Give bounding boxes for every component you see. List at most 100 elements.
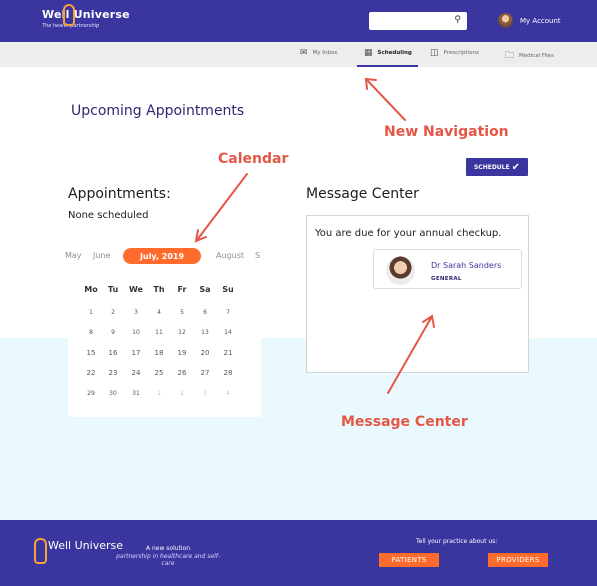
doctor-name[interactable]: Dr Sarah Sanders bbox=[431, 261, 501, 270]
account-menu[interactable]: My Account bbox=[498, 13, 561, 28]
calendar-day[interactable]: 2 bbox=[171, 390, 193, 397]
weekday-label: Th bbox=[153, 285, 165, 294]
nav-item-prescriptions[interactable]: ◫ Prescriptions bbox=[430, 48, 479, 58]
footer-tagline: A new solution partnership in healthcare… bbox=[113, 545, 223, 567]
providers-button[interactable]: PROVIDERS bbox=[488, 553, 548, 567]
calendar-day[interactable]: 1 bbox=[80, 309, 102, 316]
weekday-label: Fr bbox=[177, 285, 187, 294]
month-september[interactable]: S bbox=[255, 251, 260, 260]
message-center-title: Message Center bbox=[306, 186, 419, 202]
checkmark-icon: ✔ bbox=[511, 161, 520, 173]
nav-item-label: My Inbox bbox=[312, 50, 338, 56]
appointments-status: None scheduled bbox=[68, 210, 149, 221]
schedule-button-label: SCHEDULE bbox=[473, 163, 510, 171]
footer-logo-mark-icon bbox=[34, 538, 47, 564]
top-header: Well Universe The health partnership ⚲ M… bbox=[0, 0, 597, 42]
footer-cta-label: Tell your practice about us: bbox=[416, 538, 498, 545]
calendar-day[interactable]: 4 bbox=[148, 309, 170, 316]
weekday-label: Tu bbox=[107, 285, 119, 294]
calendar-day[interactable]: 1 bbox=[148, 390, 170, 397]
arrow-calendar bbox=[196, 173, 248, 241]
nav-item-medical-files[interactable]: 🗀 Medical Files bbox=[505, 48, 554, 64]
annotation-calendar: Calendar bbox=[218, 151, 289, 167]
calendar-day[interactable]: 13 bbox=[194, 329, 216, 336]
annotation-message-center: Message Center bbox=[341, 414, 468, 430]
account-label: My Account bbox=[520, 16, 561, 25]
calendar-day[interactable]: 3 bbox=[125, 309, 147, 316]
envelope-icon: ✉ bbox=[300, 48, 308, 58]
calendar-day[interactable]: 18 bbox=[148, 349, 170, 357]
calendar-day[interactable]: 19 bbox=[171, 349, 193, 357]
search-input[interactable]: ⚲ bbox=[369, 12, 467, 30]
calendar-day[interactable]: 14 bbox=[217, 329, 239, 336]
avatar[interactable] bbox=[498, 13, 513, 28]
folder-icon: 🗀 bbox=[505, 51, 515, 61]
weekday-label: We bbox=[129, 285, 143, 294]
message-text: You are due for your annual checkup. bbox=[315, 228, 502, 239]
calendar-day[interactable]: 25 bbox=[148, 369, 170, 377]
calendar-day[interactable]: 17 bbox=[125, 349, 147, 357]
nav-item-scheduling[interactable]: ▦ Scheduling bbox=[364, 48, 412, 58]
calendar-day[interactable]: 11 bbox=[148, 329, 170, 336]
calendar-day[interactable]: 26 bbox=[171, 369, 193, 377]
footer-logo-text: Well Universe bbox=[48, 539, 123, 552]
calendar-day[interactable]: 7 bbox=[217, 309, 239, 316]
month-active[interactable]: July, 2019 bbox=[123, 248, 201, 264]
calendar-day[interactable]: 16 bbox=[102, 349, 124, 357]
search-icon[interactable]: ⚲ bbox=[454, 15, 461, 25]
calendar-day[interactable]: 4 bbox=[217, 390, 239, 397]
nav-item-label: Medical Files bbox=[519, 53, 554, 59]
logo-tagline: The health partnership bbox=[42, 23, 100, 29]
footer-tagline-2: partnership in healthcare and self-care bbox=[116, 553, 220, 567]
weekday-label: Sa bbox=[199, 285, 211, 294]
calendar-day[interactable]: 27 bbox=[194, 369, 216, 377]
calendar-day[interactable]: 10 bbox=[125, 329, 147, 336]
footer-logo[interactable]: Well Universe bbox=[34, 538, 123, 564]
sub-navigation: ✉ My Inbox ▦ Scheduling ◫ Prescriptions … bbox=[0, 42, 597, 67]
logo[interactable]: Well Universe The health partnership bbox=[42, 4, 130, 29]
weekday-label: Su bbox=[222, 285, 234, 294]
active-tab-indicator bbox=[357, 65, 418, 67]
calendar-day[interactable]: 6 bbox=[194, 309, 216, 316]
page-title: Upcoming Appointments bbox=[71, 103, 245, 119]
calendar-day[interactable]: 15 bbox=[80, 349, 102, 357]
annotation-new-navigation: New Navigation bbox=[384, 124, 509, 140]
month-selector: May June July, 2019 August S bbox=[65, 248, 261, 264]
nav-item-label: Scheduling bbox=[377, 50, 412, 56]
calendar-icon: ▦ bbox=[364, 48, 373, 58]
nav-item-inbox[interactable]: ✉ My Inbox bbox=[300, 48, 337, 58]
doctor-card[interactable]: Dr Sarah Sanders GENERAL bbox=[373, 249, 522, 289]
arrow-new-navigation bbox=[366, 79, 406, 121]
calendar-day[interactable]: 28 bbox=[217, 369, 239, 377]
arrow-new-navigation-head bbox=[364, 77, 377, 90]
weekday-label: Mo bbox=[84, 285, 98, 294]
nav-item-label: Prescriptions bbox=[443, 50, 479, 56]
calendar-day[interactable]: 3 bbox=[194, 390, 216, 397]
calendar-day[interactable]: 30 bbox=[102, 390, 124, 397]
calendar-day[interactable]: 21 bbox=[217, 349, 239, 357]
calendar-day[interactable]: 24 bbox=[125, 369, 147, 377]
month-june[interactable]: June bbox=[93, 251, 110, 260]
patients-button[interactable]: PATIENTS bbox=[379, 553, 439, 567]
calendar: May June July, 2019 August S Mo Tu We Th Fr S… bbox=[65, 237, 261, 417]
calendar-day[interactable]: 29 bbox=[80, 390, 102, 397]
month-may[interactable]: May bbox=[65, 251, 82, 260]
doctor-avatar bbox=[386, 256, 415, 285]
calendar-day[interactable]: 22 bbox=[80, 369, 102, 377]
footer-tagline-1: A new solution bbox=[145, 545, 191, 552]
month-august[interactable]: August bbox=[216, 251, 244, 260]
logo-mark-icon bbox=[63, 4, 75, 26]
schedule-button[interactable]: SCHEDULE ✔ bbox=[466, 158, 528, 176]
document-icon: ◫ bbox=[430, 48, 439, 58]
calendar-day[interactable]: 12 bbox=[171, 329, 193, 336]
calendar-day[interactable]: 2 bbox=[102, 309, 124, 316]
calendar-day[interactable]: 20 bbox=[194, 349, 216, 357]
calendar-day[interactable]: 23 bbox=[102, 369, 124, 377]
calendar-day[interactable]: 8 bbox=[80, 329, 102, 336]
calendar-day[interactable]: 31 bbox=[125, 390, 147, 397]
appointments-title: Appointments: bbox=[68, 186, 171, 202]
doctor-role: GENERAL bbox=[431, 276, 462, 282]
calendar-day[interactable]: 5 bbox=[171, 309, 193, 316]
logo-text: Well Universe bbox=[42, 8, 130, 21]
calendar-day[interactable]: 9 bbox=[102, 329, 124, 336]
